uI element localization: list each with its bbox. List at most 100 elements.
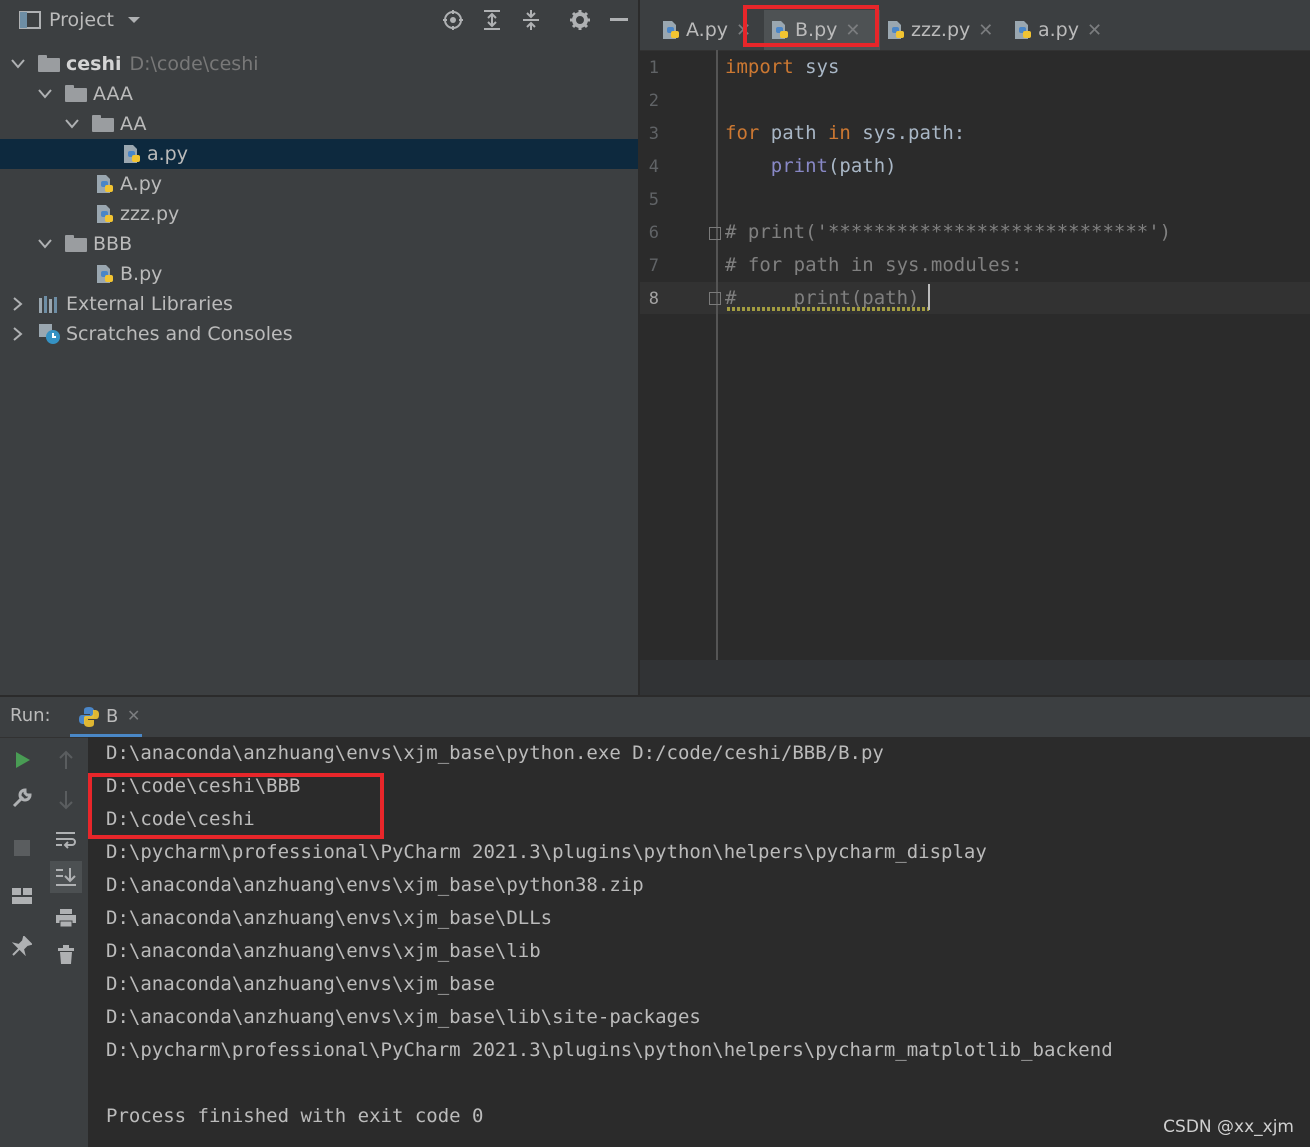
editor-tab-bar: A.py ✕ B.py ✕ zzz.py ✕ a.py ✕ <box>640 0 1310 51</box>
tree-item-scratches[interactable]: Scratches and Consoles <box>0 319 638 349</box>
tab-zzz-py[interactable]: zzz.py ✕ <box>880 10 999 50</box>
chevron-down-icon[interactable] <box>122 8 146 32</box>
close-icon[interactable]: ✕ <box>127 706 140 725</box>
editor-panel: A.py ✕ B.py ✕ zzz.py ✕ a.py ✕ <box>640 0 1310 695</box>
tree-item-label: External Libraries <box>66 293 233 315</box>
line-number: 6 <box>648 223 659 243</box>
project-view-icon[interactable] <box>18 8 42 32</box>
library-icon <box>38 294 58 314</box>
console-line: Process finished with exit code 0 <box>106 1105 484 1127</box>
stop-icon[interactable] <box>9 835 35 861</box>
warning-squiggle <box>727 307 929 311</box>
console-line: D:\pycharm\professional\PyCharm 2021.3\p… <box>106 1039 1113 1061</box>
arrow-down-icon[interactable] <box>53 787 79 813</box>
pin-icon[interactable] <box>9 933 35 959</box>
chevron-down-icon[interactable] <box>37 86 53 102</box>
tree-item-ceshi[interactable]: ceshi D:\code\ceshi <box>0 49 638 79</box>
code-text: path <box>759 122 828 144</box>
close-icon[interactable]: ✕ <box>1087 20 1102 41</box>
tab-label: A.py <box>686 19 729 41</box>
python-file-icon <box>1013 20 1033 40</box>
chevron-right-icon[interactable] <box>10 296 26 312</box>
console-line: D:\anaconda\anzhuang\envs\xjm_base\DLLs <box>106 907 553 929</box>
wrench-icon[interactable] <box>9 785 35 811</box>
run-tab-label: B <box>106 706 119 727</box>
scratches-icon <box>38 323 60 344</box>
layout-icon[interactable] <box>9 883 35 909</box>
code-line-4[interactable]: print(path) <box>725 150 897 183</box>
chevron-down-icon[interactable] <box>37 236 53 252</box>
code-line-6[interactable]: # print('****************************') <box>725 216 1171 249</box>
close-icon[interactable]: ✕ <box>978 20 993 41</box>
run-header: Run: B ✕ <box>0 697 1310 738</box>
code-keyword: for <box>725 122 760 144</box>
fold-marker-icon[interactable] <box>709 292 721 305</box>
line-number: 5 <box>648 190 659 210</box>
console-line: D:\pycharm\professional\PyCharm 2021.3\p… <box>106 841 987 863</box>
folder-icon <box>65 85 87 102</box>
chevron-right-icon[interactable] <box>10 326 26 342</box>
tree-item-aaa[interactable]: AAA <box>0 79 638 109</box>
project-header: Project <box>0 0 638 40</box>
line-number: 2 <box>648 91 659 111</box>
tree-item-A-py[interactable]: A.py <box>0 169 638 199</box>
tree-item-zzz-py[interactable]: zzz.py <box>0 199 638 229</box>
arrow-up-icon[interactable] <box>53 747 79 773</box>
code-line-7[interactable]: # for path in sys.modules: <box>725 249 1022 282</box>
tree-item-external-libraries[interactable]: External Libraries <box>0 289 638 319</box>
line-number: 7 <box>648 256 659 276</box>
rerun-icon[interactable] <box>9 747 35 773</box>
project-panel: Project ceshi D:\code\ceshi AAA AA a.py … <box>0 0 640 695</box>
tree-item-B-py[interactable]: B.py <box>0 259 638 289</box>
tab-a-py[interactable]: a.py ✕ <box>1007 10 1108 50</box>
console-line: D:\anaconda\anzhuang\envs\xjm_base\lib\s… <box>106 1006 701 1028</box>
minimize-icon[interactable] <box>607 8 631 32</box>
console-line: D:\anaconda\anzhuang\envs\xjm_base\pytho… <box>106 874 644 896</box>
tab-label: a.py <box>1038 19 1079 41</box>
project-title[interactable]: Project <box>49 0 114 40</box>
line-number: 3 <box>648 124 659 144</box>
gear-icon[interactable] <box>568 8 592 32</box>
tree-item-label: A.py <box>120 173 163 195</box>
print-icon[interactable] <box>53 905 79 931</box>
code-text: sys.path: <box>850 122 966 144</box>
run-panel: Run: B ✕ D:\anaconda\anzhuang\envs\xjm_b… <box>0 697 1310 1147</box>
project-path: D:\code\ceshi <box>129 53 259 75</box>
tree-item-a-py[interactable]: a.py <box>0 139 638 169</box>
trash-icon[interactable] <box>53 942 79 968</box>
code-line-3[interactable]: for path in sys.path: <box>725 117 965 150</box>
python-file-icon <box>95 174 115 194</box>
expand-all-icon[interactable] <box>480 8 504 32</box>
tab-A-py[interactable]: A.py ✕ <box>655 10 757 50</box>
code-builtin: print <box>770 155 828 177</box>
console-line: D:\anaconda\anzhuang\envs\xjm_base <box>106 973 495 995</box>
code-keyword: in <box>827 122 851 144</box>
code-text: sys <box>793 56 840 78</box>
watermark: CSDN @xx_xjm <box>1163 1117 1294 1137</box>
annotation-highlight-box <box>88 773 384 839</box>
run-tab-B[interactable]: B ✕ <box>70 697 142 737</box>
code-text: (path) <box>827 155 897 177</box>
chevron-down-icon[interactable] <box>64 116 80 132</box>
tree-item-label: Scratches and Consoles <box>66 323 293 345</box>
run-label: Run: <box>10 705 51 726</box>
tab-label: zzz.py <box>911 19 971 41</box>
chevron-down-icon[interactable] <box>10 56 26 72</box>
tree-item-label: AA <box>120 113 147 135</box>
python-file-icon <box>661 20 681 40</box>
text-caret <box>928 284 930 310</box>
tree-item-bbb[interactable]: BBB <box>0 229 638 259</box>
fold-marker-icon[interactable] <box>709 227 721 240</box>
scroll-to-end-icon[interactable] <box>50 861 82 893</box>
folder-icon <box>92 115 114 132</box>
line-number: 8 <box>648 289 659 309</box>
locate-icon[interactable] <box>441 8 465 32</box>
code-line-1[interactable]: import sys <box>725 51 839 84</box>
tree-item-label: ceshi <box>66 53 122 75</box>
collapse-all-icon[interactable] <box>519 8 543 32</box>
tree-item-label: a.py <box>147 143 188 165</box>
soft-wrap-icon[interactable] <box>53 827 79 853</box>
gutter-divider <box>716 50 718 660</box>
tree-item-aa[interactable]: AA <box>0 109 638 139</box>
python-icon <box>78 706 99 727</box>
